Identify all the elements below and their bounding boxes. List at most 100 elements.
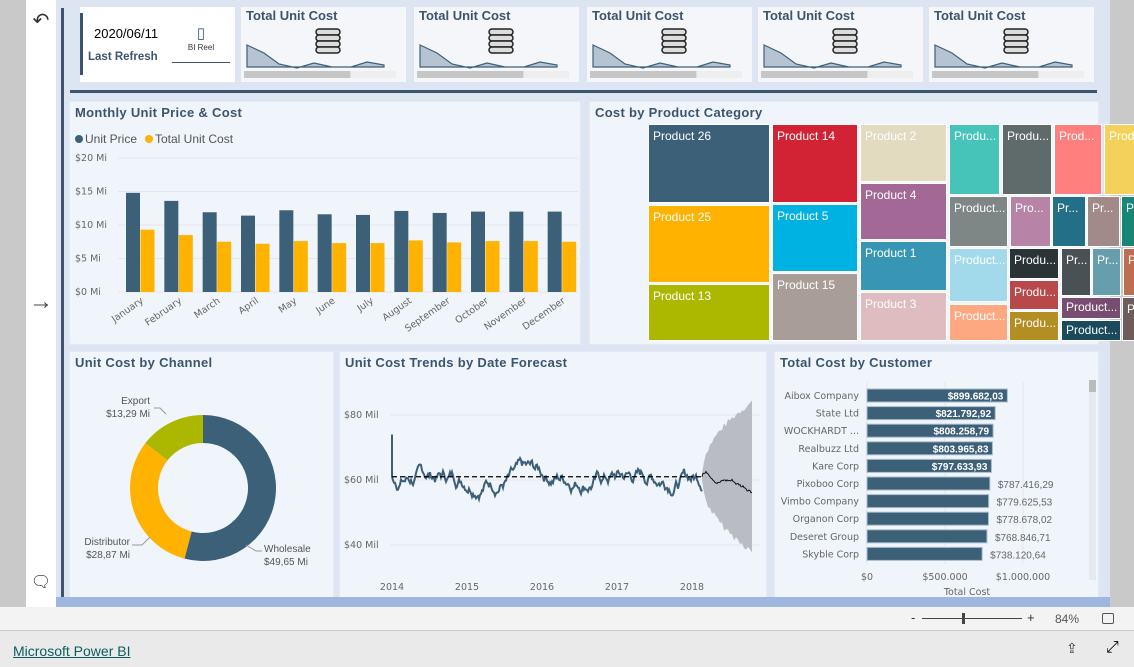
treemap-tile[interactable]: Pr... — [1061, 248, 1091, 296]
treemap-tile[interactable]: Produ... — [1009, 311, 1059, 341]
customer-bar — [866, 476, 991, 491]
coins-icon — [832, 28, 858, 54]
bar-unit-price — [126, 192, 140, 292]
y-tick: $20 Mi — [75, 153, 107, 164]
zoom-slider[interactable] — [922, 613, 1022, 624]
treemap-tile[interactable]: Product... — [949, 304, 1008, 341]
bar-total-unit-cost — [523, 241, 538, 292]
footer: Microsoft Power BI ⇪ ⤢ — [0, 631, 1134, 667]
bar-total-unit-cost — [217, 241, 232, 292]
treemap-tile[interactable]: Product 2 — [860, 124, 947, 182]
treemap-tile[interactable]: Product 1 — [860, 241, 947, 291]
kpi-progress — [417, 71, 524, 78]
treemap-tile[interactable]: Pr... — [1122, 297, 1134, 341]
customer-bar — [866, 546, 983, 561]
treemap-tile[interactable]: Product... — [949, 248, 1008, 302]
customer-name: Realbuzz Ltd — [798, 444, 859, 455]
x-tick: March — [192, 295, 222, 321]
x-tick: May — [277, 295, 300, 315]
treemap-tile[interactable]: Product 3 — [860, 292, 947, 341]
treemap-tile[interactable]: Prod... — [1054, 124, 1102, 195]
treemap-tile[interactable]: Product 26 — [648, 124, 770, 203]
refresh-date: 2020/06/11 — [94, 26, 159, 41]
treemap-tile[interactable]: Product 15 — [772, 273, 858, 341]
donut-label-value: $13,29 Mi — [106, 409, 150, 420]
report-canvas: 2020/06/11 Last Refresh ▯ BI Reel Total … — [56, 0, 1134, 607]
kpi-progress — [932, 71, 1039, 78]
comment-icon[interactable]: 🗨 — [28, 572, 54, 598]
bar-total-unit-cost — [447, 242, 462, 292]
monthly-panel: Monthly Unit Price & Cost Unit Price Tota… — [69, 101, 581, 345]
treemap-tile[interactable]: Prod... — [1104, 124, 1134, 195]
customer-name: Organon Corp — [793, 514, 859, 525]
fit-page-icon[interactable] — [1102, 613, 1114, 624]
treemap-tile[interactable]: Produ... — [949, 124, 1000, 195]
treemap-tile[interactable]: Produ... — [1009, 280, 1059, 310]
zoom-in-button[interactable]: + — [1027, 610, 1035, 625]
legend-unit-price: Unit Price — [85, 132, 137, 146]
coins-icon — [315, 28, 341, 54]
customer-name: Kare Corp — [812, 461, 859, 472]
x-tick: 2015 — [455, 582, 479, 593]
zoom-out-button[interactable]: - — [911, 610, 915, 625]
customer-name: Pixoboo Corp — [797, 479, 859, 490]
customer-bar — [866, 494, 990, 509]
x-tick: February — [143, 295, 184, 328]
treemap-tile[interactable]: Product 25 — [648, 205, 770, 283]
coins-icon — [488, 28, 514, 54]
x-tick: June — [313, 295, 337, 317]
y-tick: $40 Mil — [344, 540, 379, 551]
treemap-tile[interactable]: Product... — [1061, 297, 1121, 319]
treemap-tile[interactable]: Pr... — [1087, 196, 1120, 247]
customer-name: Skyble Corp — [802, 549, 859, 560]
kpi-card: Total Unit Cost — [587, 7, 752, 82]
left-rule — [61, 8, 64, 598]
y-tick: $80 Mil — [344, 410, 379, 421]
x-tick: April — [237, 295, 261, 316]
treemap-tile[interactable]: Produ... — [1009, 248, 1059, 279]
treemap-tile[interactable]: Product 5 — [772, 204, 858, 272]
share-icon[interactable]: ⇪ — [1066, 640, 1078, 657]
bar-value: $821.792,92 — [936, 409, 992, 420]
donut-panel: Unit Cost by Channel Wholesale $49,65 Mi D… — [69, 351, 334, 600]
y-tick: $0 Mi — [75, 287, 101, 298]
bar-unit-price — [164, 200, 179, 292]
x-tick: $0 — [861, 572, 873, 583]
treemap-tile[interactable]: Pr... — [1092, 248, 1121, 296]
kpi-progress — [590, 71, 697, 78]
treemap-tile[interactable]: Pr... — [1123, 248, 1134, 296]
legend-total-unit-cost: Total Unit Cost — [155, 132, 234, 146]
coins-icon — [661, 28, 687, 54]
bar-unit-price — [432, 212, 447, 292]
treemap-tile[interactable]: Pr... — [1052, 196, 1086, 247]
treemap-tile[interactable]: Pr... — [1121, 196, 1134, 247]
treemap-tile[interactable]: Produ... — [1002, 124, 1052, 195]
y-tick: $10 Mi — [75, 220, 107, 231]
zoom-level: 84% — [1055, 612, 1080, 626]
arrow-right-icon[interactable]: → — [28, 288, 54, 316]
kpi-card: Total Unit Cost — [929, 7, 1094, 82]
bar-unit-price — [202, 212, 217, 292]
expand-icon[interactable]: ⤢ — [1106, 639, 1119, 657]
treemap-tile[interactable]: Product 14 — [772, 124, 858, 203]
power-bi-link[interactable]: Microsoft Power BI — [13, 643, 130, 659]
scrollbar[interactable] — [1089, 380, 1096, 580]
donut-slice-distributor — [130, 443, 192, 559]
y-tick: $5 Mi — [75, 254, 101, 265]
treemap-tile[interactable]: Product 13 — [648, 284, 770, 341]
coins-icon — [1003, 28, 1029, 54]
donut-label-value: $28,87 Mi — [86, 550, 130, 561]
treemap-tile[interactable]: Pro... — [1010, 196, 1051, 247]
treemap-tile[interactable]: Product... — [949, 196, 1008, 247]
x-tick: August — [381, 295, 415, 323]
bar-unit-price — [547, 211, 562, 292]
undo-icon[interactable]: ↶ — [28, 8, 54, 34]
kpi-progress — [244, 71, 351, 78]
customer-bar — [866, 511, 989, 526]
y-tick: $60 Mil — [344, 475, 379, 486]
treemap-tile[interactable]: Product... — [1061, 320, 1121, 341]
treemap-tile[interactable]: Product 4 — [860, 183, 947, 240]
bar-value: $779.625,53 — [997, 498, 1053, 509]
customer-name: Vimbo Company — [781, 497, 860, 508]
top-rule — [70, 90, 1097, 93]
